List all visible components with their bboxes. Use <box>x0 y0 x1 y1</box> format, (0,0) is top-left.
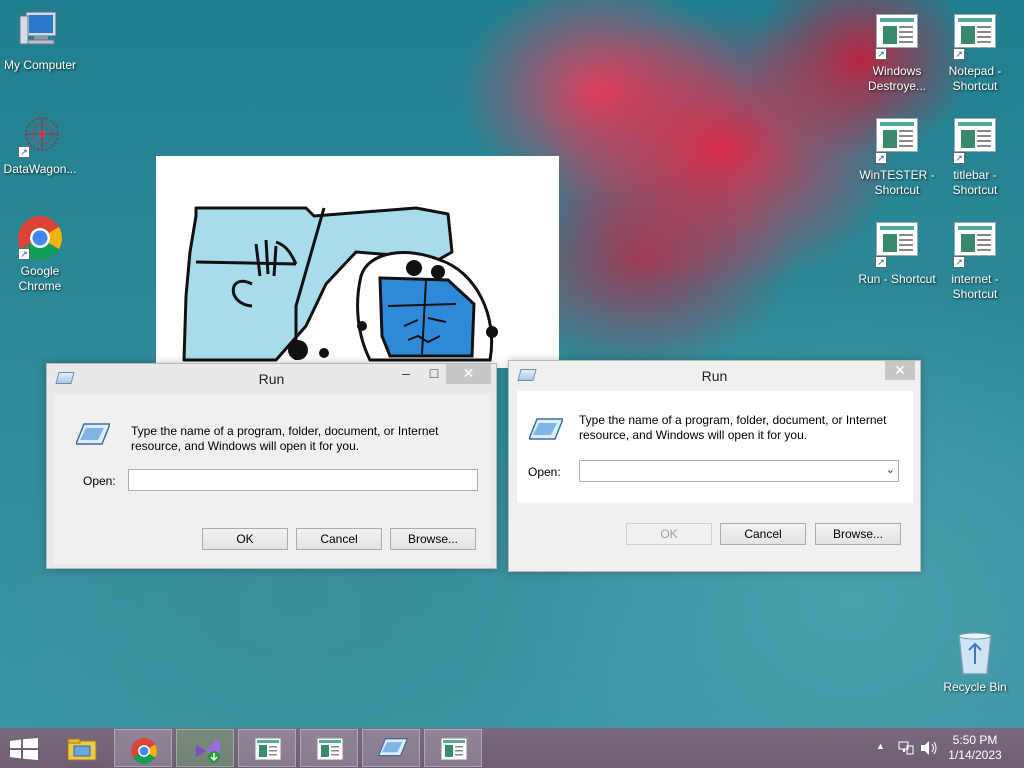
close-button[interactable]: ✕ <box>446 364 491 384</box>
desktop-icon-recycle-bin[interactable]: Recycle Bin <box>935 630 1015 695</box>
titlebar[interactable]: Run – □ ✕ <box>47 364 496 394</box>
app-window-icon: ↗ <box>873 14 921 60</box>
cancel-button[interactable]: Cancel <box>296 528 382 550</box>
desktop-icon-label: internet - Shortcut <box>951 272 999 301</box>
dialog-body: Type the name of a program, folder, docu… <box>54 394 490 564</box>
app-window-icon <box>316 737 344 761</box>
desktop-icon-internet-shortcut[interactable]: ↗ internet - Shortcut <box>935 218 1015 302</box>
desktop-icon-label: Notepad - Shortcut <box>948 64 1002 93</box>
drawing-image <box>156 156 559 368</box>
clock-date: 1/14/2023 <box>948 748 1002 762</box>
app-window-icon: ↗ <box>873 118 921 164</box>
taskbar: ▲ 5:50 PM 1/14/2023 <box>0 728 1024 768</box>
close-button[interactable]: ✕ <box>885 361 915 380</box>
shortcut-arrow-icon: ↗ <box>875 48 887 60</box>
file-explorer-icon <box>67 736 97 761</box>
shortcut-arrow-icon: ↗ <box>953 256 965 268</box>
computer-icon <box>16 8 64 54</box>
recycle-bin-icon <box>951 630 999 676</box>
taskbar-visual-studio-installer[interactable] <box>176 729 234 767</box>
visual-studio-installer-icon <box>192 737 220 763</box>
app-window-icon: ↗ <box>951 14 999 60</box>
shortcut-arrow-icon: ↗ <box>875 256 887 268</box>
desktop-icon-wintester-shortcut[interactable]: ↗ WinTESTER - Shortcut <box>857 114 937 198</box>
run-dialog-right[interactable]: Run ✕ Type the name of a program, folder… <box>508 360 921 572</box>
run-icon <box>377 737 409 761</box>
cancel-button[interactable]: Cancel <box>720 523 806 545</box>
app-window-icon: ↗ <box>873 222 921 268</box>
browse-button[interactable]: Browse... <box>815 523 901 545</box>
start-button[interactable] <box>10 738 38 760</box>
browse-button[interactable]: Browse... <box>390 528 476 550</box>
window-title: Run <box>701 368 728 384</box>
datawagon-icon: ↗ <box>16 112 64 158</box>
desktop-icon-google-chrome[interactable]: ↗ Google Chrome <box>0 214 80 294</box>
desktop-icon-label: titlebar - Shortcut <box>952 168 998 197</box>
titlebar[interactable]: Run ✕ <box>509 361 920 391</box>
open-label: Open: <box>83 474 116 488</box>
minimize-button[interactable]: – <box>393 364 419 384</box>
app-window-icon: ↗ <box>951 118 999 164</box>
taskbar-app-window-3[interactable] <box>424 729 482 767</box>
app-window-icon <box>440 737 468 761</box>
shortcut-arrow-icon: ↗ <box>875 152 887 164</box>
taskbar-app-window-1[interactable] <box>238 729 296 767</box>
shortcut-arrow-icon: ↗ <box>18 146 30 158</box>
chevron-down-icon[interactable]: ⌄ <box>886 463 895 476</box>
desktop-icon-label: Recycle Bin <box>943 680 1007 694</box>
taskbar-app-window-2[interactable] <box>300 729 358 767</box>
run-dialog-left[interactable]: Run – □ ✕ Type the name of a program, fo… <box>46 363 497 569</box>
open-input[interactable] <box>128 469 478 491</box>
open-combobox[interactable]: ⌄ <box>579 460 899 482</box>
dialog-body: Type the name of a program, folder, docu… <box>517 391 913 503</box>
windows-logo-icon <box>10 738 38 760</box>
desktop-icon-label: Run - Shortcut <box>858 272 936 286</box>
run-icon <box>74 422 112 446</box>
shortcut-arrow-icon: ↗ <box>18 248 30 260</box>
desktop-icon-my-computer[interactable]: My Computer <box>0 8 80 73</box>
desktop-icon-datawagon[interactable]: ↗ DataWagon... <box>0 112 80 177</box>
desktop-icon-run-shortcut[interactable]: ↗ Run - Shortcut <box>857 218 937 287</box>
taskbar-chrome[interactable] <box>114 729 172 767</box>
taskbar-file-explorer[interactable] <box>52 729 110 767</box>
clock-time: 5:50 PM <box>952 733 998 747</box>
chrome-icon <box>130 737 158 764</box>
app-window-icon: ↗ <box>951 222 999 268</box>
chrome-icon: ↗ <box>16 214 64 260</box>
maximize-button[interactable]: □ <box>421 364 447 384</box>
desktop-icon-notepad-shortcut[interactable]: ↗ Notepad - Shortcut <box>935 10 1015 94</box>
open-input[interactable] <box>579 460 899 482</box>
taskbar-run[interactable] <box>362 729 420 767</box>
app-window-icon <box>254 737 282 761</box>
open-label: Open: <box>528 465 561 479</box>
clock[interactable]: 5:50 PM 1/14/2023 <box>940 733 1010 763</box>
desktop-icon-titlebar-shortcut[interactable]: ↗ titlebar - Shortcut <box>935 114 1015 198</box>
desktop-icon-label: My Computer <box>3 58 77 72</box>
volume-icon[interactable] <box>920 740 938 759</box>
desktop-icon-label: Windows Destroye... <box>867 64 927 93</box>
desktop-icon-label: WinTESTER - Shortcut <box>859 168 935 197</box>
ok-button[interactable]: OK <box>202 528 288 550</box>
desktop-icon-windows-destroyer[interactable]: ↗ Windows Destroye... <box>857 10 937 94</box>
desktop-icon-label: Google Chrome <box>18 264 62 293</box>
prompt-text: Type the name of a program, folder, docu… <box>131 424 439 453</box>
network-icon[interactable] <box>898 740 914 759</box>
shortcut-arrow-icon: ↗ <box>953 48 965 60</box>
prompt-text: Type the name of a program, folder, docu… <box>579 413 887 442</box>
shortcut-arrow-icon: ↗ <box>953 152 965 164</box>
tray-overflow-icon[interactable]: ▲ <box>876 741 885 751</box>
run-icon <box>527 417 565 441</box>
desktop-icon-label: DataWagon... <box>3 162 77 176</box>
ok-button[interactable]: OK <box>626 523 712 545</box>
